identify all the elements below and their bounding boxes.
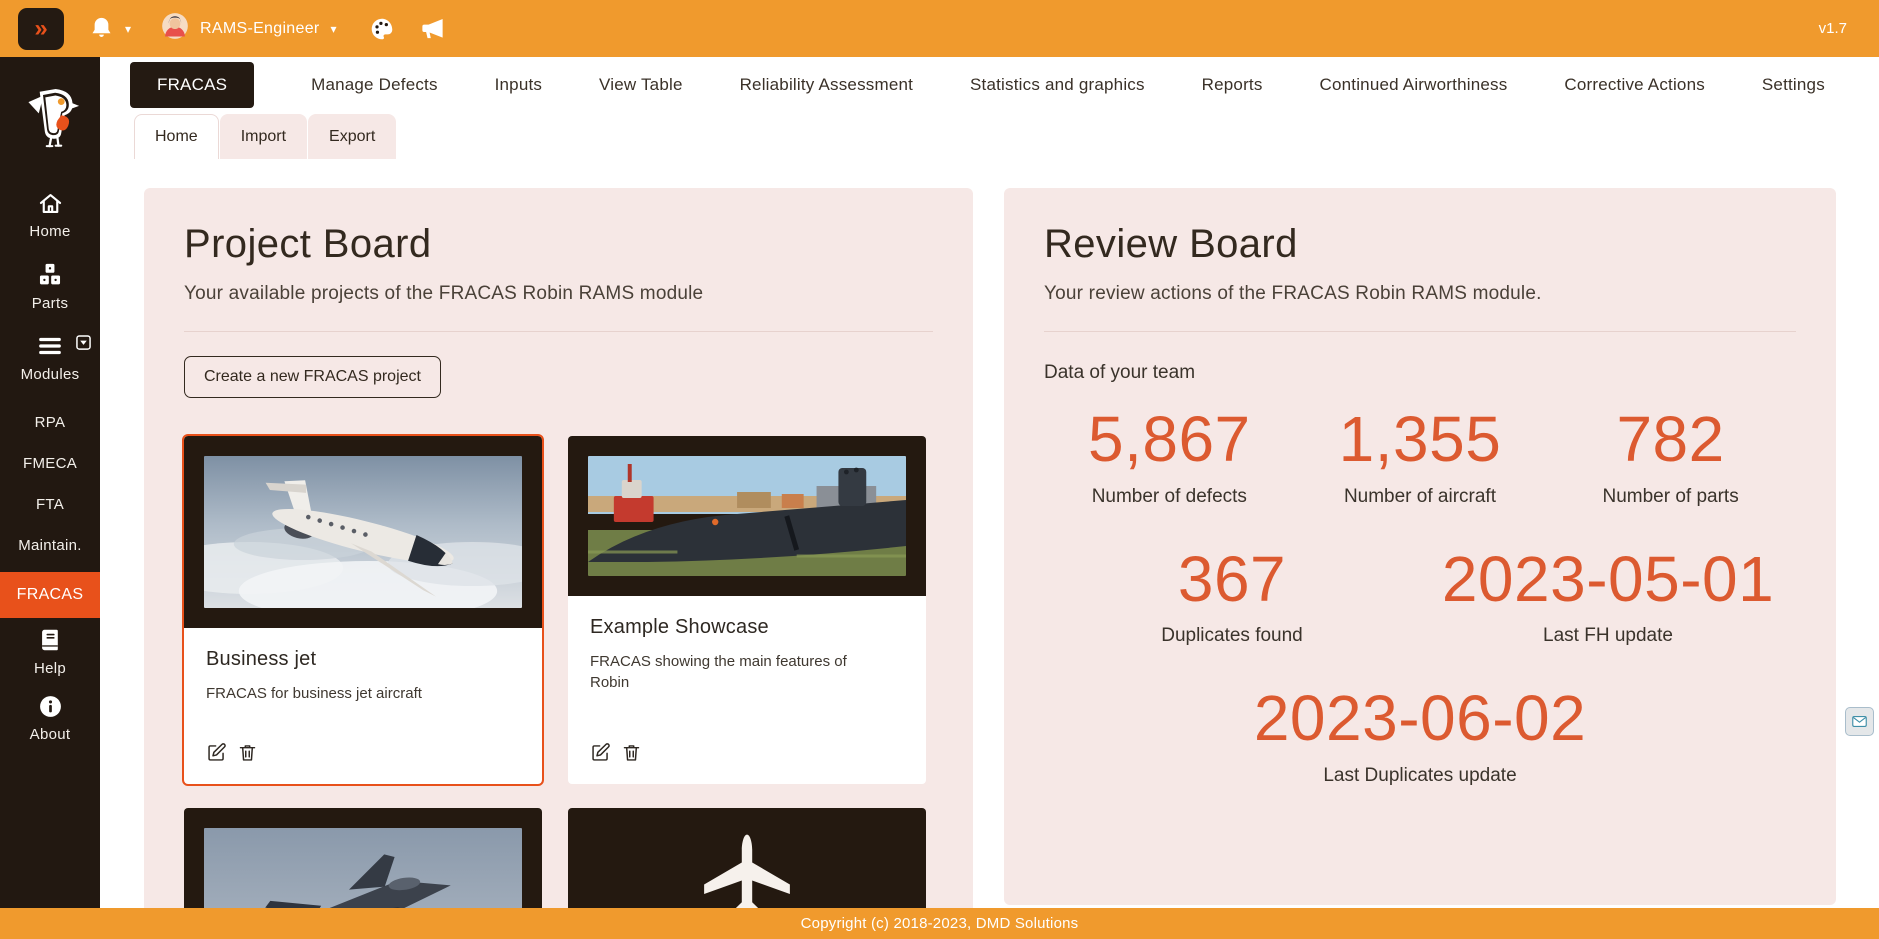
stat-number-of-aircraft: 1,355 Number of aircraft [1295, 406, 1546, 508]
stat-value: 782 [1545, 406, 1796, 473]
business-jet-photo [204, 456, 522, 608]
robin-logo [20, 87, 80, 154]
nav-tab-statistics-and-graphics[interactable]: Statistics and graphics [970, 75, 1145, 95]
sidebar-item-help[interactable]: Help [0, 627, 100, 677]
stat-label: Number of parts [1545, 486, 1796, 508]
page-tabs: Home Import Export [134, 114, 397, 159]
divider [184, 331, 933, 332]
project-card-business-jet[interactable]: Business jet FRACAS for business jet air… [184, 436, 542, 784]
tab-export[interactable]: Export [308, 114, 396, 159]
feedback-widget-button[interactable] [1845, 707, 1874, 736]
theme-palette-icon[interactable] [369, 16, 395, 42]
sidebar-item-fta[interactable]: FTA [0, 490, 100, 519]
announcements-megaphone-icon[interactable] [419, 15, 446, 42]
module-nav: FRACAS Manage Defects Inputs View Table … [100, 57, 1879, 112]
user-name: RAMS-Engineer [200, 20, 320, 38]
edit-project-icon[interactable] [206, 742, 227, 766]
stat-label: Number of aircraft [1295, 486, 1546, 508]
notifications-caret-icon[interactable]: ▾ [125, 22, 131, 36]
stat-value: 2023-05-01 [1420, 546, 1796, 613]
nav-tab-corrective-actions[interactable]: Corrective Actions [1564, 75, 1705, 95]
review-board-title: Review Board [1044, 222, 1796, 267]
edit-project-icon[interactable] [590, 742, 611, 766]
delete-project-icon[interactable] [237, 742, 258, 766]
nav-tab-reports[interactable]: Reports [1202, 75, 1263, 95]
project-card-title: Example Showcase [590, 616, 904, 639]
nav-tab-inputs[interactable]: Inputs [495, 75, 543, 95]
info-icon [38, 693, 63, 719]
copyright-text: Copyright (c) 2018-2023, DMD Solutions [801, 915, 1079, 932]
project-board-panel: Project Board Your available projects of… [144, 188, 973, 939]
stat-label: Number of defects [1044, 486, 1295, 508]
modules-icon [35, 333, 65, 359]
footer: Copyright (c) 2018-2023, DMD Solutions [0, 908, 1879, 939]
home-icon [37, 190, 64, 216]
review-board-subtitle: Your review actions of the FRACAS Robin … [1044, 283, 1796, 305]
team-data-label: Data of your team [1044, 362, 1796, 384]
sidebar-item-fmeca[interactable]: FMECA [0, 449, 100, 478]
sidebar-item-rpa[interactable]: RPA [0, 408, 100, 437]
project-card-description: FRACAS for business jet aircraft [206, 683, 476, 704]
user-menu-caret-icon: ▾ [331, 22, 337, 36]
notifications-bell-icon[interactable] [88, 15, 115, 42]
tab-home[interactable]: Home [134, 114, 219, 159]
sidebar-item-about[interactable]: About [0, 693, 100, 743]
stat-value: 367 [1044, 546, 1420, 613]
card-body: Example Showcase FRACAS showing the main… [568, 596, 926, 784]
project-card-title: Business jet [206, 648, 520, 671]
divider [1044, 331, 1796, 332]
stat-number-of-defects: 5,867 Number of defects [1044, 406, 1295, 508]
stat-value: 1,355 [1295, 406, 1546, 473]
create-project-button[interactable]: Create a new FRACAS project [184, 356, 441, 398]
sidebar-item-maintain[interactable]: Maintain. [0, 531, 100, 560]
app-screen: » ▾ RAMS-Engineer ▾ [0, 0, 1879, 939]
nav-tab-settings[interactable]: Settings [1762, 75, 1825, 95]
stat-last-duplicates-update: 2023-06-02 Last Duplicates update [1044, 685, 1796, 787]
user-menu[interactable]: RAMS-Engineer ▾ [161, 12, 337, 45]
sidebar-item-modules[interactable]: Modules [0, 333, 100, 383]
stat-number-of-parts: 782 Number of parts [1545, 406, 1796, 508]
project-card-description: FRACAS showing the main features of Robi… [590, 651, 860, 693]
review-board-panel: Review Board Your review actions of the … [1004, 188, 1836, 905]
help-book-icon [37, 627, 63, 653]
sidebar-item-fracas[interactable]: FRACAS [0, 572, 100, 618]
nav-tab-reliability-assessment[interactable]: Reliability Assessment [740, 75, 914, 95]
nav-tab-view-table[interactable]: View Table [599, 75, 683, 95]
card-image-frame [184, 436, 542, 628]
user-avatar [161, 12, 189, 45]
nav-tab-continued-airworthiness[interactable]: Continued Airworthiness [1319, 75, 1507, 95]
team-stats: 5,867 Number of defects 1,355 Number of … [1044, 406, 1796, 825]
modules-expand-icon[interactable] [76, 335, 91, 354]
stat-label: Duplicates found [1044, 625, 1420, 647]
card-body: Business jet FRACAS for business jet air… [184, 628, 542, 784]
card-image-frame [568, 436, 926, 596]
stat-label: Last FH update [1420, 625, 1796, 647]
sidebar-collapse-button[interactable]: » [18, 8, 64, 50]
delete-project-icon[interactable] [621, 742, 642, 766]
app-version: v1.7 [1819, 20, 1847, 37]
nav-tab-fracas[interactable]: FRACAS [130, 62, 254, 108]
tab-import[interactable]: Import [220, 114, 307, 159]
stat-last-fh-update: 2023-05-01 Last FH update [1420, 546, 1796, 648]
stat-value: 5,867 [1044, 406, 1295, 473]
project-board-title: Project Board [184, 222, 933, 267]
parts-icon [36, 262, 64, 288]
submarine-photo [588, 456, 906, 576]
topbar: » ▾ RAMS-Engineer ▾ [0, 0, 1879, 57]
project-card-example-showcase[interactable]: Example Showcase FRACAS showing the main… [568, 436, 926, 784]
envelope-icon [1851, 713, 1868, 730]
sidebar-item-home[interactable]: Home [0, 190, 100, 240]
sidebar-item-parts[interactable]: Parts [0, 262, 100, 312]
nav-tab-manage-defects[interactable]: Manage Defects [311, 75, 438, 95]
sidebar: Home Parts [0, 57, 100, 939]
project-cards: Business jet FRACAS for business jet air… [184, 436, 933, 939]
stat-value: 2023-06-02 [1044, 685, 1796, 752]
stat-duplicates-found: 367 Duplicates found [1044, 546, 1420, 648]
project-board-subtitle: Your available projects of the FRACAS Ro… [184, 283, 933, 305]
stat-label: Last Duplicates update [1044, 765, 1796, 787]
